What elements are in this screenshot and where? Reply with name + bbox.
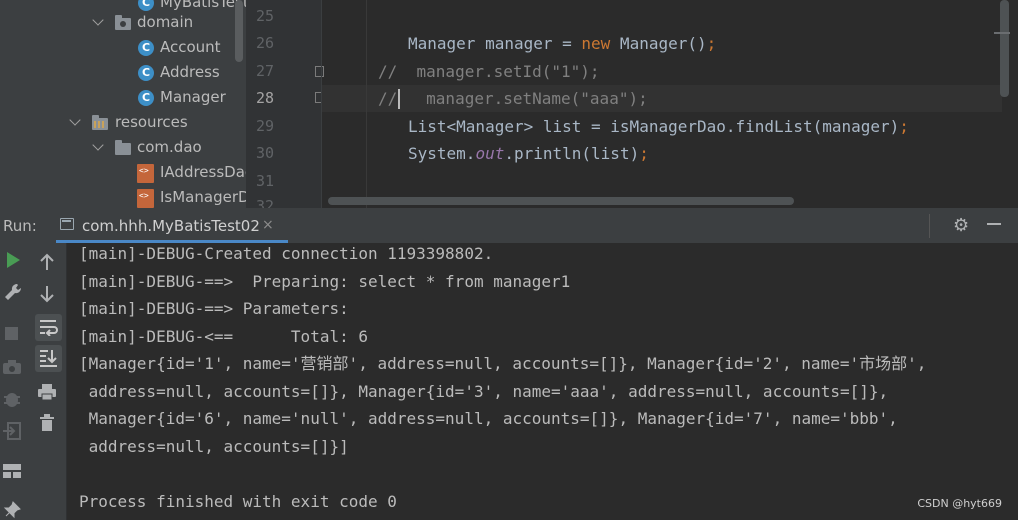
run-toolwindow-header: Run: com.hhh.MyBatisTest02 × ⚙ xyxy=(0,208,1018,244)
class-icon: C xyxy=(138,40,154,56)
stop-icon[interactable] xyxy=(5,327,18,340)
class-icon: C xyxy=(138,90,154,106)
line-number: 29 xyxy=(255,117,274,135)
scroll-to-end-icon xyxy=(40,350,57,367)
wrench-icon[interactable] xyxy=(3,282,23,302)
console-line: [main]-DEBUG-Created connection 11933988… xyxy=(79,244,494,263)
tree-item-iaddressdao[interactable]: IAddressDao xyxy=(0,160,246,185)
code-line-27[interactable]: // manager.setId("1"); xyxy=(378,61,600,83)
console-line: [main]-DEBUG-<== Total: 6 xyxy=(79,327,368,346)
tree-item-label: domain xyxy=(137,13,194,31)
tree-item-manager[interactable]: C Manager xyxy=(0,85,246,110)
xml-file-icon xyxy=(137,164,154,183)
console-output[interactable]: [main]-DEBUG-Created connection 11933988… xyxy=(67,243,1018,520)
soft-wrap-icon xyxy=(40,320,58,336)
editor-gutter: 25 26 27 28 29 30 31 32 xyxy=(246,0,324,208)
watermark: CSDN @hyt669 xyxy=(917,497,1002,510)
run-toolbar-secondary xyxy=(33,243,67,520)
editor-vertical-scrollbar[interactable] xyxy=(1000,0,1009,97)
console-line: address=null, accounts=[]}] xyxy=(79,437,349,456)
run-tab[interactable]: com.hhh.MyBatisTest02 × xyxy=(56,208,288,243)
code-line-26[interactable]: Manager manager = new Manager(); xyxy=(408,33,716,55)
tree-item-ismanagerdao[interactable]: IsManagerD xyxy=(0,185,246,208)
console-line: [Manager{id='1', name='营销部', address=nul… xyxy=(79,354,927,373)
exit-icon[interactable] xyxy=(2,421,22,441)
arrow-down-icon[interactable] xyxy=(39,285,55,303)
fold-marker-icon[interactable] xyxy=(315,66,324,77)
text-caret xyxy=(398,89,400,109)
print-icon[interactable] xyxy=(37,383,57,401)
tree-item-label: Address xyxy=(160,63,220,81)
console-line: [main]-DEBUG-==> Preparing: select * fro… xyxy=(79,272,571,291)
gear-icon[interactable]: ⚙ xyxy=(953,217,969,235)
code-line-28[interactable]: // manager.setName("aaa"); xyxy=(378,88,648,110)
resources-folder-icon xyxy=(92,115,108,130)
line-number: 32 xyxy=(255,197,274,208)
indent-guide xyxy=(366,0,367,208)
arrow-up-icon[interactable] xyxy=(39,253,55,271)
tree-item-com-dao[interactable]: com.dao xyxy=(0,135,246,160)
line-number: 26 xyxy=(255,34,274,52)
minimize-icon[interactable] xyxy=(987,223,1001,225)
code-editor[interactable]: 25 26 27 28 29 30 31 32 Manager manager … xyxy=(246,0,1018,208)
chevron-down-icon[interactable] xyxy=(92,139,104,151)
rerun-icon[interactable] xyxy=(5,251,21,269)
tree-item-label: IAddressDao xyxy=(160,163,246,181)
tab-close-icon[interactable]: × xyxy=(262,217,274,233)
console-icon xyxy=(60,218,74,230)
run-tab-title: com.hhh.MyBatisTest02 xyxy=(82,217,260,235)
chevron-down-icon[interactable] xyxy=(69,114,81,126)
trash-icon[interactable] xyxy=(39,414,55,432)
class-icon: C xyxy=(138,65,154,81)
editor-horizontal-scrollbar[interactable] xyxy=(328,197,794,205)
tree-item-account[interactable]: C Account xyxy=(0,35,246,60)
tree-scrollbar[interactable] xyxy=(235,0,243,62)
soft-wrap-button[interactable] xyxy=(35,314,62,341)
run-label: Run: xyxy=(3,217,37,235)
console-line-exit: Process finished with exit code 0 xyxy=(79,492,397,511)
tree-item-label: resources xyxy=(115,113,188,131)
code-line-29[interactable]: List<Manager> list = isManagerDao.findLi… xyxy=(408,116,909,138)
chevron-down-icon[interactable] xyxy=(92,14,104,26)
layout-icon[interactable] xyxy=(2,463,22,479)
line-number-current: 28 xyxy=(255,89,274,107)
run-toolbar-primary xyxy=(0,243,33,520)
xml-file-icon xyxy=(137,189,154,208)
pin-icon[interactable] xyxy=(3,501,21,519)
line-number: 30 xyxy=(255,144,274,162)
console-line: Manager{id='6', name='null', address=nul… xyxy=(79,409,898,428)
tree-item-address[interactable]: C Address xyxy=(0,60,246,85)
code-line-30[interactable]: System.out.println(list); xyxy=(408,143,649,165)
line-number: 27 xyxy=(255,62,274,80)
tree-item-label: IsManagerD xyxy=(160,188,246,206)
tree-item-label: com.dao xyxy=(137,138,202,156)
bug-icon[interactable] xyxy=(2,389,22,409)
console-line: address=null, accounts=[]}, Manager{id='… xyxy=(79,382,889,401)
line-number: 25 xyxy=(255,7,274,25)
tree-item-resources[interactable]: resources xyxy=(0,110,246,135)
package-icon xyxy=(115,15,131,30)
tree-item-label: Account xyxy=(160,38,221,56)
console-line: [main]-DEBUG-==> Parameters: xyxy=(79,299,349,318)
tree-item-domain[interactable]: domain xyxy=(0,10,246,35)
folder-icon xyxy=(115,140,131,155)
scroll-to-end-button[interactable] xyxy=(35,345,62,372)
tree-item-label: Manager xyxy=(160,88,226,106)
project-tree: C MyBatisTest domain C Account C Address… xyxy=(0,0,246,208)
error-stripe-mark xyxy=(994,32,1010,34)
line-number: 31 xyxy=(255,172,274,190)
camera-icon[interactable] xyxy=(2,359,22,375)
